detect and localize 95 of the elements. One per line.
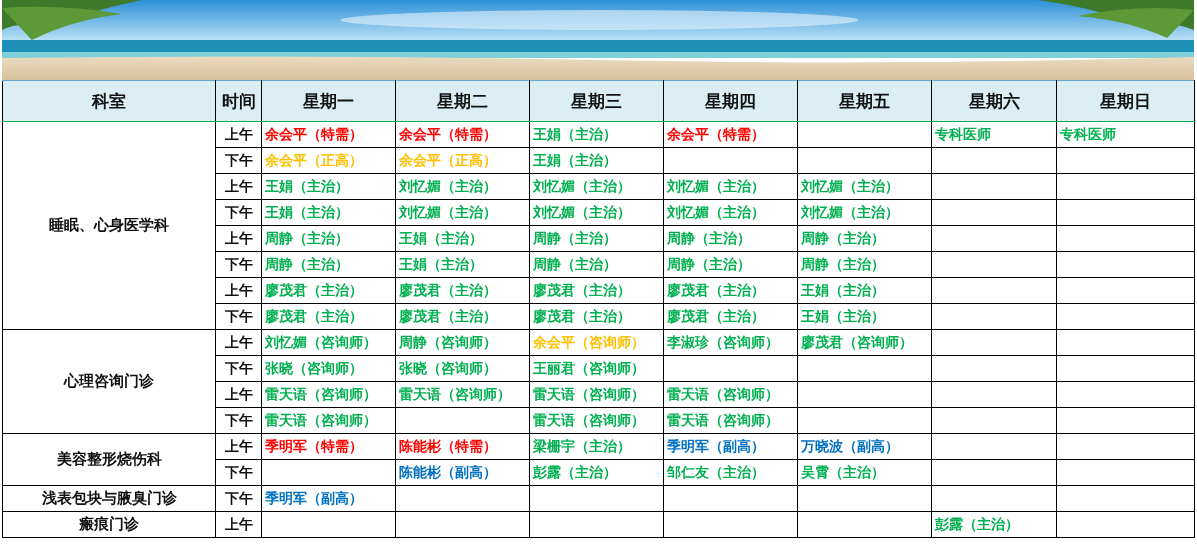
doctor-cell: 专科医师 <box>1056 121 1195 148</box>
department-cell: 浅表包块与腋臭门诊 <box>2 485 216 512</box>
department-cell: 瘢痕门诊 <box>2 511 216 538</box>
column-header: 星期四 <box>663 80 798 122</box>
time-cell: 下午 <box>215 485 262 512</box>
doctor-cell: 刘忆媚（主治） <box>395 173 530 200</box>
doctor-cell: 刘忆媚（主治） <box>663 173 798 200</box>
doctor-cell: 邹仁友（主治） <box>663 459 798 486</box>
time-cell: 下午 <box>215 303 262 330</box>
column-header: 星期五 <box>797 80 932 122</box>
time-cell: 上午 <box>215 329 262 356</box>
column-header: 时间 <box>215 80 262 122</box>
doctor-cell: 王娟（主治） <box>395 251 530 278</box>
time-cell: 上午 <box>215 173 262 200</box>
doctor-cell: 周静（主治） <box>663 251 798 278</box>
time-cell: 上午 <box>215 381 262 408</box>
doctor-cell: 余会平（特需） <box>395 121 530 148</box>
doctor-cell: 陈能彬（特需） <box>395 433 530 460</box>
doctor-cell: 廖茂君（主治） <box>395 277 530 304</box>
doctor-cell: 雷天语（咨询师） <box>663 381 798 408</box>
doctor-cell: 专科医师 <box>931 121 1057 148</box>
doctor-cell: 王娟（主治） <box>797 277 932 304</box>
doctor-cell: 王娟（主治） <box>529 147 664 174</box>
doctor-cell: 周静（主治） <box>797 225 932 252</box>
doctor-cell: 周静（咨询师） <box>395 329 530 356</box>
doctor-cell: 王娟（主治） <box>529 121 664 148</box>
doctor-cell: 雷天语（咨询师） <box>529 407 664 434</box>
doctor-cell: 余会平（咨询师） <box>529 329 664 356</box>
doctor-cell: 余会平（特需） <box>261 121 396 148</box>
doctor-cell: 刘忆媚（咨询师） <box>261 329 396 356</box>
doctor-cell: 王娟（主治） <box>261 173 396 200</box>
doctor-cell: 周静（主治） <box>529 251 664 278</box>
time-cell: 上午 <box>215 511 262 538</box>
doctor-cell: 雷天语（咨询师） <box>529 381 664 408</box>
time-cell: 下午 <box>215 355 262 382</box>
column-header: 星期一 <box>261 80 396 122</box>
time-cell: 下午 <box>215 407 262 434</box>
doctor-cell: 廖茂君（咨询师） <box>797 329 932 356</box>
time-cell: 下午 <box>215 251 262 278</box>
doctor-cell: 刘忆媚（主治） <box>797 199 932 226</box>
time-cell: 下午 <box>215 199 262 226</box>
doctor-cell: 刘忆媚（主治） <box>395 199 530 226</box>
doctor-cell: 彭露（主治） <box>529 459 664 486</box>
column-header: 星期二 <box>395 80 530 122</box>
doctor-cell: 王娟（主治） <box>797 303 932 330</box>
doctor-cell: 周静（主治） <box>797 251 932 278</box>
column-header: 星期三 <box>529 80 664 122</box>
doctor-cell: 张晓（咨询师） <box>261 355 396 382</box>
doctor-cell: 王娟（主治） <box>395 225 530 252</box>
column-header: 科室 <box>2 80 216 122</box>
doctor-cell: 廖茂君（主治） <box>529 303 664 330</box>
doctor-cell: 周静（主治） <box>529 225 664 252</box>
doctor-cell: 廖茂君（主治） <box>395 303 530 330</box>
doctor-cell: 廖茂君（主治） <box>261 277 396 304</box>
doctor-cell: 雷天语（咨询师） <box>261 381 396 408</box>
time-cell: 下午 <box>215 459 262 486</box>
time-cell: 上午 <box>215 277 262 304</box>
doctor-cell: 刘忆媚（主治） <box>797 173 932 200</box>
time-cell: 上午 <box>215 433 262 460</box>
doctor-cell: 雷天语（咨询师） <box>261 407 396 434</box>
doctor-cell: 梁栅宇（主治） <box>529 433 664 460</box>
department-cell: 美容整形烧伤科 <box>2 433 216 486</box>
doctor-cell: 廖茂君（主治） <box>529 277 664 304</box>
doctor-cell: 周静（主治） <box>663 225 798 252</box>
time-cell: 下午 <box>215 147 262 174</box>
time-cell: 上午 <box>215 225 262 252</box>
doctor-cell: 张晓（咨询师） <box>395 355 530 382</box>
doctor-cell: 李淑珍（咨询师） <box>663 329 798 356</box>
doctor-cell: 刘忆媚（主治） <box>529 173 664 200</box>
doctor-cell: 季明军（副高） <box>261 485 396 512</box>
doctor-cell: 余会平（正高） <box>261 147 396 174</box>
doctor-cell: 廖茂君（主治） <box>663 303 798 330</box>
doctor-cell: 余会平（正高） <box>395 147 530 174</box>
column-header: 星期日 <box>1056 80 1195 122</box>
doctor-cell: 万晓波（副高） <box>797 433 932 460</box>
department-cell: 睡眠、心身医学科 <box>2 121 216 330</box>
doctor-cell: 季明军（副高） <box>663 433 798 460</box>
doctor-cell: 雷天语（咨询师） <box>663 407 798 434</box>
doctor-cell: 王娟（主治） <box>261 199 396 226</box>
column-header: 星期六 <box>931 80 1057 122</box>
doctor-cell: 刘忆媚（主治） <box>663 199 798 226</box>
doctor-cell: 王丽君（咨询师） <box>529 355 664 382</box>
doctor-cell: 周静（主治） <box>261 251 396 278</box>
department-cell: 心理咨询门诊 <box>2 329 216 434</box>
doctor-cell: 廖茂君（主治） <box>261 303 396 330</box>
doctor-cell: 季明军（特需） <box>261 433 396 460</box>
doctor-cell: 雷天语（咨询师） <box>395 381 530 408</box>
doctor-cell: 彭露（主治） <box>931 511 1057 538</box>
doctor-cell: 刘忆媚（主治） <box>529 199 664 226</box>
doctor-cell: 廖茂君（主治） <box>663 277 798 304</box>
doctor-cell: 余会平（特需） <box>663 121 798 148</box>
doctor-cell: 周静（主治） <box>261 225 396 252</box>
doctor-cell: 吴霄（主治） <box>797 459 932 486</box>
time-cell: 上午 <box>215 121 262 148</box>
doctor-cell: 陈能彬（副高） <box>395 459 530 486</box>
